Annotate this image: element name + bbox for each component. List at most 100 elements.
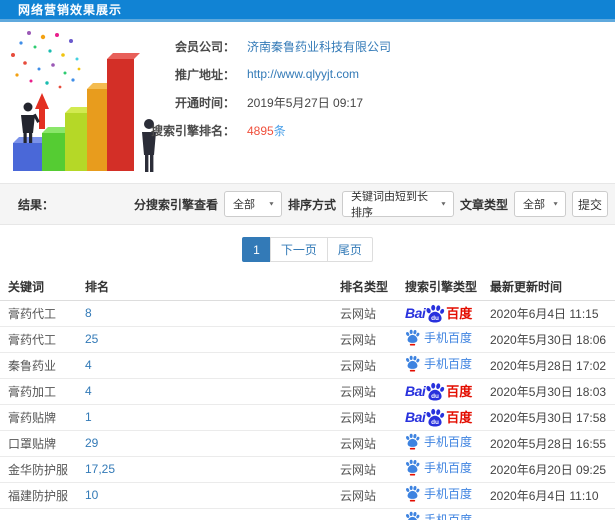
mobile-baidu-paw-icon <box>406 511 420 520</box>
filter-bar: 结果： 分搜索引擎查看 全部 ▼ 排序方式 关键词由短到长排序 ▼ 文章类型 全… <box>0 183 615 225</box>
rank-link[interactable]: 29 <box>85 436 98 450</box>
updated-time-cell: 2020年5月30日 17:58 <box>482 404 615 431</box>
rank-cell: 29 <box>77 430 332 457</box>
svg-text:du: du <box>431 314 439 321</box>
caret-down-icon: ▼ <box>552 201 559 207</box>
mobile-baidu-logo-icon: 手机百度 <box>405 511 472 520</box>
keyword-ranking-table: 关键词 排名 排名类型 搜索引擎类型 最新更新时间 膏药代工 8 云网站 Bai <box>0 274 615 520</box>
search-engine-cell: Bai du 百度 <box>397 482 482 509</box>
next-page-button[interactable]: 下一页 <box>269 237 328 262</box>
sort-label: 排序方式 <box>287 197 336 212</box>
updated-time-cell: 2020年5月28日 17:02 <box>482 352 615 379</box>
keyword-cell: 口罩贴牌 <box>0 430 77 457</box>
updated-time-cell: 2020年6月4日 11:10 <box>482 482 615 509</box>
search-engine-cell: Bai du 百度 <box>397 404 482 431</box>
table-row: Bai du 百度 <box>0 508 615 520</box>
keyword-cell: 金华防护服 <box>0 456 77 483</box>
article-type-label: 文章类型 <box>459 197 508 212</box>
article-type-select[interactable]: 全部 ▼ <box>514 191 566 217</box>
keyword-cell: 秦鲁药业 <box>0 352 77 379</box>
table-row: 秦鲁药业 4 云网站 Bai du 百度 <box>0 352 615 379</box>
marketing-effect-page: 网络营销效果展示 会员公司： 济南秦鲁药业科技有限公司 推广地址： http:/… <box>0 0 615 520</box>
search-engine-cell: Bai du 百度 <box>397 456 482 483</box>
rank-link[interactable]: 4 <box>85 358 92 372</box>
table-row: 口罩贴牌 29 云网站 Bai du 百度 <box>0 430 615 457</box>
promo-url-label: 推广地址： <box>174 67 235 82</box>
article-type-value: 全部 <box>523 199 545 211</box>
rank-link[interactable]: 8 <box>85 306 92 320</box>
keyword-cell: 膏药加工 <box>0 378 77 405</box>
member-company-row: 会员公司： 济南秦鲁药业科技有限公司 <box>85 32 391 60</box>
page-title: 网络营销效果展示 <box>18 3 123 17</box>
rank-cell: 4 <box>77 378 332 405</box>
col-updated: 最新更新时间 <box>482 274 615 301</box>
updated-time-cell: 2020年5月30日 18:03 <box>482 378 615 405</box>
table-row: 膏药加工 4 云网站 Bai du 百度 2020年5月30日 18:03 <box>0 378 615 405</box>
pagination: 1 下一页 尾页 <box>242 237 373 262</box>
mobile-baidu-paw-icon <box>406 485 420 502</box>
rank-type-cell <box>332 508 397 520</box>
updated-time-cell: 2020年6月20日 09:25 <box>482 456 615 483</box>
mobile-baidu-logo-icon: 手机百度 <box>405 329 472 346</box>
mobile-baidu-logo-icon: 手机百度 <box>405 433 472 450</box>
updated-time-cell: 2020年5月28日 16:55 <box>482 430 615 457</box>
updated-time-cell <box>482 508 615 520</box>
rank-count: 4895 <box>247 123 274 138</box>
results-label: 结果： <box>18 197 55 212</box>
mobile-baidu-paw-icon <box>406 459 420 476</box>
search-engine-cell: Bai du 百度 <box>397 352 482 379</box>
rank-cell: 8 <box>77 300 332 327</box>
mobile-baidu-paw-icon <box>406 433 420 450</box>
rank-cell: 25 <box>77 326 332 353</box>
search-engine-cell: Bai du 百度 <box>397 430 482 457</box>
filter-controls: 分搜索引擎查看 全部 ▼ 排序方式 关键词由短到长排序 ▼ 文章类型 全部 ▼ … <box>133 191 608 219</box>
baidu-paw-icon: du <box>426 304 445 322</box>
search-engine-cell: Bai du 百度 <box>397 378 482 405</box>
rank-cell: 17,25 <box>77 456 332 483</box>
table-row: 膏药贴牌 1 云网站 Bai du 百度 2020年5月30日 17:58 <box>0 404 615 431</box>
rank-cell: 10 <box>77 482 332 509</box>
engine-view-value: 全部 <box>232 199 255 211</box>
engine-view-select[interactable]: 全部 ▼ <box>223 191 282 217</box>
rank-type-cell: 云网站 <box>332 430 397 457</box>
col-rank-type: 排名类型 <box>332 274 397 301</box>
rank-link[interactable]: 25 <box>85 332 98 346</box>
confetti-dots <box>11 31 81 89</box>
keyword-cell: 福建防护服 <box>0 482 77 509</box>
rank-link[interactable]: 4 <box>85 384 92 398</box>
updated-time-cell: 2020年5月30日 18:06 <box>482 326 615 353</box>
keyword-cell: 膏药代工 <box>0 300 77 327</box>
svg-text:du: du <box>431 392 439 399</box>
engine-view-label: 分搜索引擎查看 <box>133 197 218 212</box>
engine-rank-value: 4895条 <box>247 122 286 139</box>
header-bar: 网络营销效果展示 <box>0 0 615 22</box>
col-engine: 搜索引擎类型 <box>397 274 482 301</box>
rank-type-cell: 云网站 <box>332 378 397 405</box>
table-row: 福建防护服 10 云网站 Bai du 百度 <box>0 482 615 509</box>
rank-link[interactable]: 17,25 <box>85 462 115 476</box>
rank-type-cell: 云网站 <box>332 404 397 431</box>
rank-type-cell: 云网站 <box>332 300 397 327</box>
submit-button[interactable]: 提交 <box>572 191 608 217</box>
col-keyword: 关键词 <box>0 274 77 301</box>
rank-link[interactable]: 1 <box>85 410 92 424</box>
up-arrow-icon <box>35 93 49 129</box>
open-time-label: 开通时间： <box>174 95 235 110</box>
engine-rank-label: 搜索引擎排名： <box>150 123 235 138</box>
table-row: 金华防护服 17,25 云网站 Bai du 百度 <box>0 456 615 483</box>
search-engine-cell: Bai du 百度 <box>397 326 482 353</box>
col-rank: 排名 <box>77 274 332 301</box>
search-engine-cell: Bai du 百度 <box>397 508 482 520</box>
search-engine-cell: Bai du 百度 <box>397 300 482 327</box>
rank-cell: 1 <box>77 404 332 431</box>
last-page-button[interactable]: 尾页 <box>326 237 373 262</box>
page-1-button[interactable]: 1 <box>242 237 271 262</box>
member-company-label: 会员公司： <box>174 39 235 54</box>
sort-select[interactable]: 关键词由短到长排序 ▼ <box>341 191 454 219</box>
rank-link[interactable]: 10 <box>85 488 98 502</box>
keyword-cell: 膏药贴牌 <box>0 404 77 431</box>
pagination-section: 1 下一页 尾页 <box>0 225 615 274</box>
member-company-link[interactable]: 济南秦鲁药业科技有限公司 <box>247 38 391 55</box>
table-row: 膏药代工 25 云网站 Bai du 百度 <box>0 326 615 353</box>
promo-url-link[interactable]: http://www.qlyyjt.com <box>247 67 359 81</box>
